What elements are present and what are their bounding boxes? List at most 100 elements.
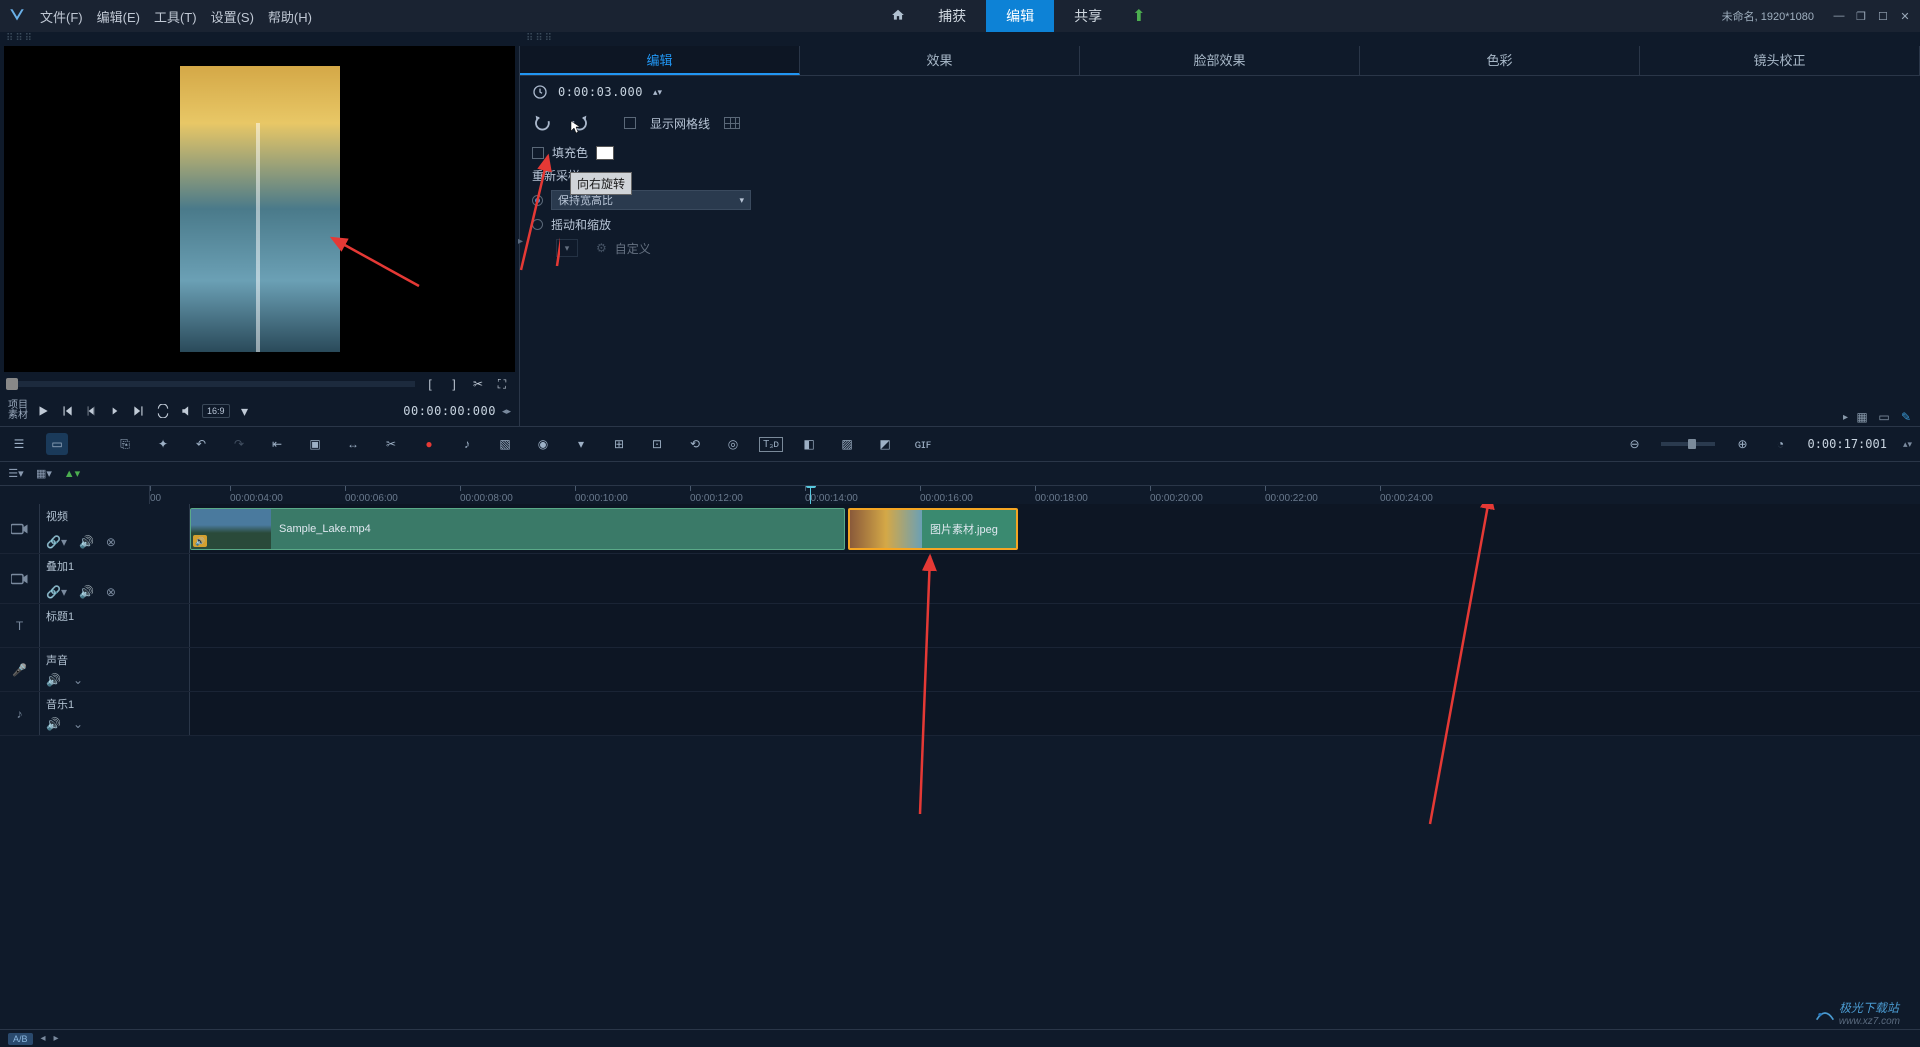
- music-icon[interactable]: ♪: [456, 433, 478, 455]
- menu-file[interactable]: 文件(F): [40, 7, 83, 26]
- tracker-icon[interactable]: ◎: [722, 433, 744, 455]
- menu-edit[interactable]: 编辑(E): [97, 7, 140, 26]
- color-icon[interactable]: ◩: [874, 433, 896, 455]
- music-track-icon[interactable]: ♪: [0, 692, 40, 735]
- keep-aspect-radio[interactable]: [532, 195, 543, 206]
- mark-out-icon[interactable]: ]: [445, 375, 463, 393]
- lock-icon[interactable]: ⊗: [106, 535, 116, 549]
- settings-icon[interactable]: ▾: [236, 402, 254, 420]
- mute-icon[interactable]: 🔊: [46, 673, 61, 687]
- mode-edit[interactable]: 编辑: [986, 0, 1054, 32]
- subtitle-icon[interactable]: ▾: [570, 433, 592, 455]
- scrub-track[interactable]: [8, 381, 415, 387]
- fit-icon[interactable]: ▣: [304, 433, 326, 455]
- trim-left-icon[interactable]: ⇤: [266, 433, 288, 455]
- list-view-icon[interactable]: ☰: [8, 433, 30, 455]
- mark-in-icon[interactable]: [: [421, 375, 439, 393]
- fill-color-swatch[interactable]: [596, 146, 614, 160]
- prev-panel-icon[interactable]: ▸: [1843, 412, 1848, 423]
- chroma-icon[interactable]: ▨: [836, 433, 858, 455]
- overlay-track-icon[interactable]: [0, 554, 40, 603]
- gif-icon[interactable]: ɢɪꜰ: [912, 433, 934, 455]
- restore-icon[interactable]: ❐: [1854, 10, 1868, 22]
- track-sound-body[interactable]: [190, 648, 1920, 691]
- mask-icon[interactable]: ◧: [798, 433, 820, 455]
- zoom-in-icon[interactable]: ⊕: [1731, 433, 1753, 455]
- menu-settings[interactable]: 设置(S): [211, 7, 254, 26]
- custom-icon[interactable]: ⚙: [596, 241, 607, 255]
- track-list-icon[interactable]: ☰▾: [8, 466, 24, 482]
- show-grid-checkbox[interactable]: [624, 117, 636, 129]
- rotate-right-icon[interactable]: [568, 112, 590, 134]
- nav-prev-icon[interactable]: ◂: [41, 1033, 46, 1044]
- tab-lens[interactable]: 镜头校正: [1640, 46, 1920, 75]
- upload-icon[interactable]: ⬆: [1122, 6, 1155, 26]
- volume-icon[interactable]: [178, 402, 196, 420]
- expand-icon[interactable]: ⛶: [493, 375, 511, 393]
- sound-track-icon[interactable]: 🎤: [0, 648, 40, 691]
- aspect-selector[interactable]: 16:9: [202, 404, 230, 418]
- text3d-icon[interactable]: T₃ᴅ: [760, 433, 782, 455]
- minimize-icon[interactable]: —: [1832, 10, 1846, 22]
- menu-help[interactable]: 帮助(H): [268, 7, 312, 26]
- step-back-icon[interactable]: [82, 402, 100, 420]
- sync-icon[interactable]: ⟲: [684, 433, 706, 455]
- expand-icon[interactable]: ⌄: [73, 673, 83, 687]
- fx-icon[interactable]: ✦: [152, 433, 174, 455]
- clip-video[interactable]: Sample_Lake.mp4 🔊: [190, 508, 845, 550]
- track-video-body[interactable]: Sample_Lake.mp4 🔊 图片素材.jpeg: [190, 504, 1920, 553]
- drag-handle-right[interactable]: ⠿⠿⠿: [520, 32, 1920, 46]
- tab-effects[interactable]: 效果: [800, 46, 1080, 75]
- preview-canvas[interactable]: [4, 46, 515, 372]
- mode-share[interactable]: 共享: [1054, 0, 1122, 32]
- lock-icon[interactable]: ⊗: [106, 585, 116, 599]
- scrub-thumb[interactable]: [6, 378, 18, 390]
- tab-color[interactable]: 色彩: [1360, 46, 1640, 75]
- track-music-body[interactable]: [190, 692, 1920, 735]
- link-icon[interactable]: 🔗▾: [46, 535, 67, 549]
- transition-icon[interactable]: ▧: [494, 433, 516, 455]
- undo-icon[interactable]: ↶: [190, 433, 212, 455]
- rotate-left-icon[interactable]: [532, 112, 554, 134]
- clip-duration[interactable]: 0:00:03.000: [558, 85, 643, 99]
- crop-icon[interactable]: ✂: [380, 433, 402, 455]
- label-material[interactable]: 素材: [8, 411, 28, 421]
- tab-edit[interactable]: 编辑: [520, 46, 800, 75]
- track-title-body[interactable]: [190, 604, 1920, 647]
- track-marker-icon[interactable]: ▲▾: [64, 466, 80, 482]
- zoom-slider[interactable]: [1661, 442, 1715, 446]
- title-track-icon[interactable]: T: [0, 604, 40, 647]
- close-icon[interactable]: ✕: [1898, 10, 1912, 22]
- nav-next-icon[interactable]: ▸: [54, 1033, 59, 1044]
- panel-layout2-icon[interactable]: ▭: [1876, 410, 1892, 424]
- video-track-icon[interactable]: [0, 504, 40, 553]
- go-end-icon[interactable]: [130, 402, 148, 420]
- link-icon[interactable]: 🔗▾: [46, 585, 67, 599]
- tab-face-effects[interactable]: 脸部效果: [1080, 46, 1360, 75]
- loop-icon[interactable]: [154, 402, 172, 420]
- maximize-icon[interactable]: ☐: [1876, 10, 1890, 22]
- clip-audio-icon[interactable]: 🔊: [193, 535, 207, 547]
- toolbar-timecode[interactable]: 0:00:17:001: [1807, 437, 1886, 451]
- mute-icon[interactable]: 🔊: [79, 585, 94, 599]
- go-start-icon[interactable]: [58, 402, 76, 420]
- ab-tag[interactable]: A/B: [8, 1033, 33, 1045]
- mute-icon[interactable]: 🔊: [46, 717, 61, 731]
- redo-icon[interactable]: ↷: [228, 433, 250, 455]
- home-icon[interactable]: [878, 2, 918, 31]
- copy-icon[interactable]: ⎘: [114, 433, 136, 455]
- panel-edit-icon[interactable]: ✎: [1898, 410, 1914, 424]
- mode-capture[interactable]: 捕获: [918, 0, 986, 32]
- split-icon[interactable]: ✂: [469, 375, 487, 393]
- panel-layout1-icon[interactable]: ▦: [1854, 410, 1870, 424]
- zoom-out-icon[interactable]: ⊖: [1623, 433, 1645, 455]
- multicam-icon[interactable]: ⊡: [646, 433, 668, 455]
- fit-timeline-icon[interactable]: ◔: [1769, 433, 1791, 455]
- track-add-icon[interactable]: ▦▾: [36, 466, 52, 482]
- mute-icon[interactable]: 🔊: [79, 535, 94, 549]
- drag-handle-left[interactable]: ⠿⠿⠿: [0, 32, 520, 46]
- transport-timecode[interactable]: 00:00:00:000: [403, 404, 496, 418]
- preset-dropdown[interactable]: ▾: [556, 239, 578, 257]
- expand-icon[interactable]: ⌄: [73, 717, 83, 731]
- step-fwd-icon[interactable]: [106, 402, 124, 420]
